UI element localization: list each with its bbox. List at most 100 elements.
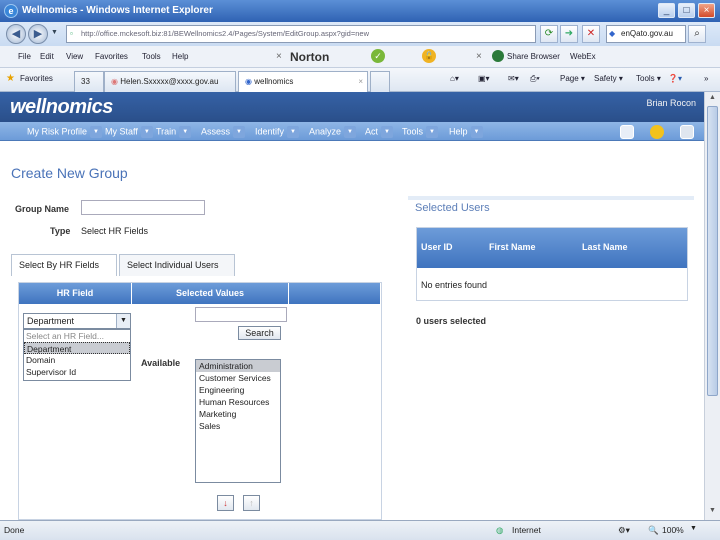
safe-check-icon[interactable]: ✓	[371, 49, 385, 63]
nav-help[interactable]: Help ▼	[449, 126, 483, 138]
favorites-tab-bar: ★ Favorites 33 ◉ Helen.Sxxxxx@xxxx.gov.a…	[0, 68, 720, 92]
ie-logo-icon: e	[4, 4, 18, 18]
globe-icon: ◍	[496, 525, 504, 535]
available-values-list[interactable]: Administration Customer Services Enginee…	[195, 359, 281, 483]
forward-button[interactable]: ▶	[28, 24, 48, 44]
col-hr-field: HR Field	[19, 283, 132, 304]
list-item[interactable]: Sales	[196, 420, 280, 432]
nav-assess[interactable]: Assess ▼	[201, 126, 246, 138]
zoom-level[interactable]: 100%	[662, 525, 684, 535]
hr-field-select[interactable]: Department ▼	[23, 313, 131, 329]
quick-tabs-button[interactable]: 33	[74, 71, 104, 92]
tab-email[interactable]: ◉ Helen.Sxxxxx@xxxx.gov.au	[104, 71, 236, 92]
list-item[interactable]: Engineering	[196, 384, 280, 396]
webex-button[interactable]: WebEx	[570, 52, 596, 61]
menu-tools[interactable]: Tools	[142, 52, 161, 61]
nav-analyze[interactable]: Analyze ▼	[309, 126, 357, 138]
nav-act[interactable]: Act ▼	[365, 126, 394, 138]
page-icon: ▫	[70, 29, 73, 38]
history-dropdown-icon[interactable]: ▼	[51, 29, 58, 36]
list-item[interactable]: Customer Services	[196, 372, 280, 384]
chevron-down-icon: ▼	[381, 126, 394, 138]
maximize-button[interactable]: □	[678, 3, 695, 18]
menu-help[interactable]: Help	[172, 52, 188, 61]
feeds-icon[interactable]: ▣▾	[478, 74, 490, 83]
scroll-thumb[interactable]	[707, 106, 718, 396]
stop-icon[interactable]: ✕	[582, 25, 600, 43]
home-icon[interactable]: ⌂▾	[450, 74, 459, 83]
col-user-id[interactable]: User ID	[421, 242, 453, 252]
move-up-button[interactable]: ↑	[243, 495, 260, 511]
favorites-button[interactable]: Favorites	[20, 74, 53, 83]
identity-safe-icon[interactable]: 🔒	[422, 49, 436, 63]
move-down-button[interactable]: ↓	[217, 495, 234, 511]
mail-icon[interactable]: ✉▾	[508, 74, 519, 83]
status-bar: Done ◍ Internet ⚙▾ 🔍 100% ▼	[0, 520, 720, 540]
favorites-star-icon[interactable]: ★	[6, 73, 15, 84]
scroll-down-icon[interactable]: ▼	[707, 507, 718, 518]
dropdown-option[interactable]: Supervisor Id	[24, 366, 130, 378]
nav-tools[interactable]: Tools ▼	[402, 126, 439, 138]
address-input[interactable]: ▫ http://office.mckesoft.biz:81/BEWellno…	[66, 25, 536, 43]
dropdown-option[interactable]: Department	[24, 342, 130, 354]
protected-mode-icon[interactable]: ⚙▾	[618, 525, 630, 536]
page-menu[interactable]: Page ▾	[560, 74, 585, 83]
group-name-label: Group Name	[15, 204, 70, 214]
search-icon[interactable]: ⌕	[688, 25, 706, 43]
value-search-input[interactable]	[195, 307, 287, 322]
menu-file[interactable]: File	[18, 52, 31, 61]
tab-wellnomics[interactable]: ◉ wellnomics ×	[238, 71, 368, 92]
norton-toolbar[interactable]: Norton	[290, 50, 329, 64]
print-icon[interactable]: ⎙▾	[530, 74, 540, 84]
window-title: Wellnomics - Windows Internet Explorer	[22, 5, 213, 16]
go-icon[interactable]: ➜	[560, 25, 578, 43]
nav-train[interactable]: Train ▼	[156, 126, 192, 138]
help-circle-icon[interactable]	[650, 125, 664, 139]
scroll-up-icon[interactable]: ▲	[707, 94, 718, 105]
col-first-name[interactable]: First Name	[489, 242, 536, 252]
logout-icon[interactable]	[680, 125, 694, 139]
group-name-input[interactable]	[81, 200, 205, 215]
dropdown-option[interactable]: Select an HR Field...	[24, 330, 130, 342]
zoom-dropdown-icon[interactable]: ▼	[690, 525, 697, 532]
selected-users-title: Selected Users	[415, 202, 490, 214]
nav-my-staff[interactable]: My Staff ▼	[105, 126, 153, 138]
tools-menu[interactable]: Tools ▾	[636, 74, 661, 83]
safety-menu[interactable]: Safety ▾	[594, 74, 623, 83]
empty-table-message: No entries found	[421, 280, 488, 290]
main-nav: My Risk Profile ▼ My Staff ▼ Train ▼ Assess…	[0, 122, 704, 141]
chevron-down-icon: ▼	[470, 126, 483, 138]
print-page-icon[interactable]	[620, 125, 634, 139]
refresh-icon[interactable]: ⟳	[540, 25, 558, 43]
close-window-button[interactable]: ×	[698, 3, 715, 18]
search-input[interactable]: ◆ enQato.gov.au	[606, 25, 686, 43]
list-item[interactable]: Administration	[196, 360, 280, 372]
minimize-button[interactable]: _	[658, 3, 675, 18]
tab-select-by-hr-fields[interactable]: Select By HR Fields	[11, 254, 117, 276]
list-item[interactable]: Marketing	[196, 408, 280, 420]
chevron-down-icon: ▼	[344, 126, 357, 138]
col-last-name[interactable]: Last Name	[582, 242, 628, 252]
toolbar-overflow-icon[interactable]: »	[704, 74, 708, 83]
col-selected-values: Selected Values	[132, 283, 289, 304]
menu-view[interactable]: View	[66, 52, 83, 61]
security-zone: Internet	[512, 525, 541, 535]
list-item[interactable]: Human Resources	[196, 396, 280, 408]
nav-my-risk-profile[interactable]: My Risk Profile ▼	[27, 126, 103, 138]
menu-edit[interactable]: Edit	[40, 52, 54, 61]
menu-favorites[interactable]: Favorites	[95, 52, 128, 61]
close-toolbar-icon[interactable]: ×	[476, 51, 482, 62]
user-name: Brian Rocon	[646, 98, 696, 108]
new-tab-button[interactable]	[370, 71, 390, 92]
vertical-scrollbar[interactable]: ▲ ▼	[704, 92, 720, 520]
chevron-down-icon: ▼	[116, 314, 130, 328]
share-browser-button[interactable]: Share Browser	[507, 52, 560, 61]
tab-select-individual-users[interactable]: Select Individual Users	[119, 254, 235, 276]
nav-identify[interactable]: Identify ▼	[255, 126, 300, 138]
dropdown-option[interactable]: Domain	[24, 354, 130, 366]
help-icon[interactable]: ❓▾	[668, 74, 682, 83]
back-button[interactable]: ◀	[6, 24, 26, 44]
close-tab-icon[interactable]: ×	[358, 77, 363, 86]
search-button[interactable]: Search	[238, 326, 281, 340]
close-toolbar-icon[interactable]: ×	[276, 51, 282, 62]
